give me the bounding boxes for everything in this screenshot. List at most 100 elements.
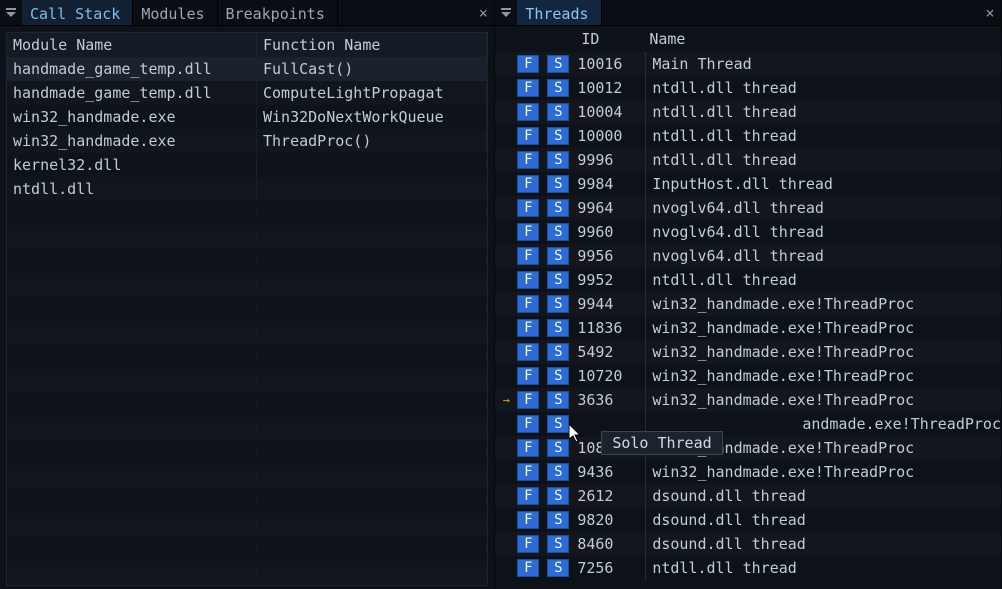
solo-thread-button[interactable]: S <box>547 367 569 385</box>
thread-name-cell: ntdll.dll thread <box>652 103 1001 121</box>
freeze-thread-button[interactable]: F <box>517 295 539 313</box>
thread-row[interactable]: FS9964nvoglv64.dll thread <box>495 196 1001 220</box>
solo-thread-button[interactable]: S <box>547 79 569 97</box>
thread-row[interactable]: FS7256ntdll.dll thread <box>495 556 1001 580</box>
close-icon[interactable]: × <box>979 0 1001 25</box>
solo-thread-button[interactable]: S <box>547 223 569 241</box>
column-separator <box>645 268 646 292</box>
solo-thread-button[interactable]: S <box>547 175 569 193</box>
freeze-thread-button[interactable]: F <box>517 439 539 457</box>
solo-thread-button[interactable]: S <box>547 199 569 217</box>
solo-thread-button[interactable]: S <box>547 463 569 481</box>
solo-thread-button[interactable]: S <box>547 127 569 145</box>
column-separator <box>645 388 646 412</box>
solo-thread-button[interactable]: S <box>547 511 569 529</box>
panel-menu-icon[interactable] <box>0 0 22 25</box>
freeze-thread-button[interactable]: F <box>517 271 539 289</box>
thread-row[interactable]: FS9960nvoglv64.dll thread <box>495 220 1001 244</box>
solo-thread-button[interactable]: S <box>547 559 569 577</box>
callstack-row[interactable]: handmade_game_temp.dllComputeLightPropag… <box>7 81 487 105</box>
thread-row[interactable]: FS9820dsound.dll thread <box>495 508 1001 532</box>
thread-row[interactable]: FS 10004 ntdll.dll thread <box>495 100 1001 124</box>
callstack-row[interactable]: win32_handmade.exeThreadProc() <box>7 129 487 153</box>
solo-thread-button[interactable]: S <box>547 343 569 361</box>
tab-call-stack[interactable]: Call Stack <box>22 0 133 25</box>
solo-thread-button[interactable]: S <box>547 55 569 73</box>
thread-row[interactable]: FS9984InputHost.dll thread <box>495 172 1001 196</box>
freeze-thread-button[interactable]: F <box>517 319 539 337</box>
thread-row[interactable]: FS9952ntdll.dll thread <box>495 268 1001 292</box>
thread-row[interactable]: FS9436win32_handmade.exe!ThreadProc <box>495 460 1001 484</box>
freeze-thread-button[interactable]: F <box>517 391 539 409</box>
column-header-function[interactable]: Function Name <box>257 33 487 57</box>
column-header-name[interactable]: Name <box>649 30 1001 48</box>
thread-row[interactable]: FS9944win32_handmade.exe!ThreadProc <box>495 292 1001 316</box>
column-header-module[interactable]: Module Name <box>7 33 257 57</box>
freeze-thread-button[interactable]: F <box>517 343 539 361</box>
solo-thread-button[interactable]: S <box>547 247 569 265</box>
thread-row[interactable]: FS10812win32_handmade.exe!ThreadProc <box>495 436 1001 460</box>
thread-name-cell: win32_handmade.exe!ThreadProc <box>652 367 1001 385</box>
thread-row[interactable]: FS2612dsound.dll thread <box>495 484 1001 508</box>
freeze-thread-button[interactable]: F <box>517 511 539 529</box>
thread-row[interactable]: FSandmade.exe!ThreadProc <box>495 412 1001 436</box>
tab-breakpoints[interactable]: Breakpoints <box>218 0 338 25</box>
thread-row[interactable]: FS10012ntdll.dll thread <box>495 76 1001 100</box>
solo-thread-button[interactable]: S <box>547 391 569 409</box>
solo-thread-button[interactable]: S <box>547 415 569 433</box>
thread-row[interactable]: FS10016Main Thread <box>495 52 1001 76</box>
solo-thread-button[interactable]: S <box>547 439 569 457</box>
solo-thread-button[interactable]: S <box>547 295 569 313</box>
solo-thread-button[interactable]: S <box>547 319 569 337</box>
close-icon[interactable]: × <box>472 0 494 25</box>
freeze-thread-button[interactable]: F <box>517 199 539 217</box>
thread-row[interactable]: FS10000ntdll.dll thread <box>495 124 1001 148</box>
freeze-thread-button[interactable]: F <box>517 415 539 433</box>
freeze-thread-button[interactable]: F <box>517 487 539 505</box>
freeze-thread-button[interactable]: F <box>517 79 539 97</box>
panel-menu-icon[interactable] <box>495 0 517 25</box>
callstack-row[interactable]: ntdll.dll <box>7 177 487 201</box>
tab-modules[interactable]: Modules <box>133 0 217 25</box>
thread-row[interactable]: →FS3636win32_handmade.exe!ThreadProc <box>495 388 1001 412</box>
freeze-thread-button[interactable]: F <box>517 103 539 121</box>
column-separator <box>645 76 646 100</box>
threads-header-row: ID Name <box>495 26 1001 52</box>
tab-threads[interactable]: Threads <box>517 0 601 25</box>
freeze-thread-button[interactable]: F <box>517 463 539 481</box>
thread-name-cell: ntdll.dll thread <box>652 79 1001 97</box>
freeze-thread-button[interactable]: F <box>517 223 539 241</box>
solo-thread-button[interactable]: S <box>547 151 569 169</box>
freeze-thread-button[interactable]: F <box>517 151 539 169</box>
thread-row[interactable]: FS10720win32_handmade.exe!ThreadProc <box>495 364 1001 388</box>
freeze-thread-button[interactable]: F <box>517 247 539 265</box>
solo-thread-button[interactable]: S <box>547 103 569 121</box>
thread-row[interactable]: FS9956nvoglv64.dll thread <box>495 244 1001 268</box>
freeze-thread-button[interactable]: F <box>517 175 539 193</box>
column-separator <box>645 220 646 244</box>
freeze-thread-button[interactable]: F <box>517 55 539 73</box>
column-separator <box>645 532 646 556</box>
solo-thread-button[interactable]: S <box>547 271 569 289</box>
column-header-id[interactable]: ID <box>581 30 649 48</box>
freeze-thread-button[interactable]: F <box>517 367 539 385</box>
callstack-row[interactable]: kernel32.dll <box>7 153 487 177</box>
freeze-thread-button[interactable]: F <box>517 559 539 577</box>
callstack-row[interactable]: win32_handmade.exeWin32DoNextWorkQueue <box>7 105 487 129</box>
thread-id-cell: 3636 <box>577 391 645 409</box>
thread-row[interactable]: FS8460dsound.dll thread <box>495 532 1001 556</box>
thread-name-cell: win32_handmade.exe!ThreadProc <box>652 319 1001 337</box>
solo-thread-button[interactable]: S <box>547 535 569 553</box>
solo-thread-button[interactable]: S <box>547 487 569 505</box>
thread-row[interactable]: FS11836win32_handmade.exe!ThreadProc <box>495 316 1001 340</box>
thread-id-cell: 10004 <box>577 103 645 121</box>
thread-name-cell: dsound.dll thread <box>652 511 1001 529</box>
freeze-thread-button[interactable]: F <box>517 127 539 145</box>
thread-row[interactable]: FS5492win32_handmade.exe!ThreadProc <box>495 340 1001 364</box>
callstack-module-cell: ntdll.dll <box>7 178 257 200</box>
thread-name-cell: nvoglv64.dll thread <box>652 199 1001 217</box>
thread-row[interactable]: FS9996ntdll.dll thread <box>495 148 1001 172</box>
callstack-row[interactable]: →handmade_game_temp.dllFullCast() <box>7 57 487 81</box>
callstack-empty-row <box>7 441 487 465</box>
freeze-thread-button[interactable]: F <box>517 535 539 553</box>
